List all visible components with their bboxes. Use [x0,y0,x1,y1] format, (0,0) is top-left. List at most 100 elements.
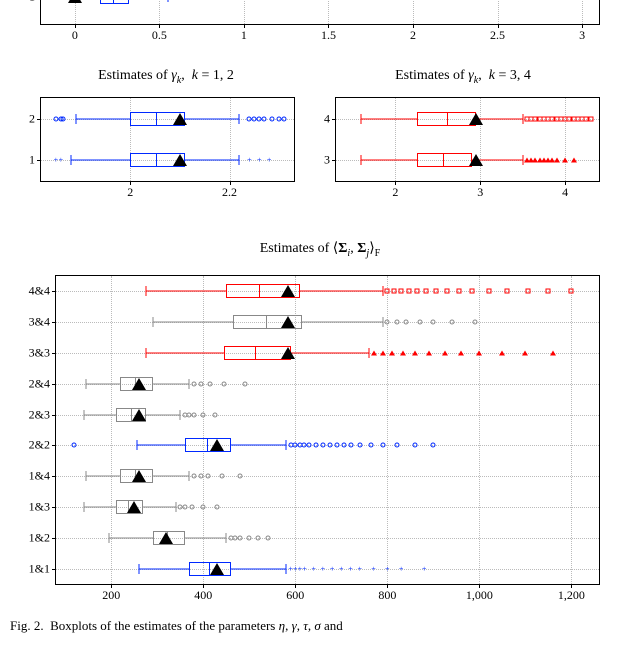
outlier-point [208,381,213,386]
outlier-point [307,443,312,448]
x-tick: 1,000 [454,588,504,603]
true-value-marker [210,439,224,451]
outlier-point [412,443,417,448]
boxplot-gamma-12: 22.21+++++2 [40,97,295,182]
outlier-point [449,320,454,325]
y-category-label: 3&3 [29,346,50,361]
x-tick: 2 [105,185,155,200]
outlier-point [192,381,197,386]
outlier-point [265,535,270,540]
outlier-point [546,289,551,294]
outlier-point [341,443,346,448]
title-gamma12: Estimates of γk, k = 1, 2 [26,68,306,86]
true-value-marker [173,154,187,166]
outlier-point [562,158,568,163]
outlier-point [394,320,399,325]
outlier-point [550,351,556,356]
outlier-point [486,289,491,294]
outlier-point [215,505,220,510]
true-value-marker [159,532,173,544]
outlier-point [525,289,530,294]
outlier-point [571,158,577,163]
outlier-point [431,443,436,448]
outlier-point [201,412,206,417]
outlier-point: + [348,566,353,571]
x-tick: 200 [86,588,136,603]
x-tick: 1 [219,28,269,43]
outlier-point [192,474,197,479]
true-value-marker [281,285,295,297]
outlier-point [182,505,187,510]
outlier-point [198,474,203,479]
outlier-point [412,351,418,356]
true-value-marker [469,154,483,166]
outlier-point [400,351,406,356]
y-category-label: 4 [324,111,330,126]
y-category-label: 3&4 [29,315,50,330]
outlier-point [476,351,482,356]
true-value-marker [173,113,187,125]
box [417,112,476,126]
y-category-label: 1&3 [29,500,50,515]
x-tick: 600 [270,588,320,603]
y-category-label: 2&4 [29,376,50,391]
outlier-point [415,289,420,294]
outlier-point [256,535,261,540]
outlier-point [522,351,528,356]
outlier-point [212,412,217,417]
outlier-point [262,116,267,121]
outlier-point [433,289,438,294]
outlier-point: + [371,566,376,571]
outlier-point [369,443,374,448]
box [417,153,472,167]
outlier-point [417,320,422,325]
outlier-point: + [247,158,252,163]
title-gamma34: Estimates of γk, k = 3, 4 [323,68,603,86]
y-category-label: 1 [29,153,35,168]
outlier-point [219,474,224,479]
outlier-point: + [257,158,262,163]
x-tick: 2 [370,185,420,200]
outlier-point: + [385,566,390,571]
outlier-point [424,289,429,294]
x-tick: 1,200 [546,588,596,603]
x-tick: 2.5 [473,28,523,43]
outlier-point [389,351,395,356]
y-category-label: 1&1 [29,561,50,576]
x-tick: 2.2 [205,185,255,200]
outlier-point [282,116,287,121]
boxplot-top-partial: 00.511.522.531 [40,0,600,25]
title-sigma: Estimates of ⟨Σi, Σj⟩F [40,240,600,259]
outlier-point [357,443,362,448]
true-value-marker [281,347,295,359]
outlier-point [403,320,408,325]
true-value-marker [281,316,295,328]
outlier-point [327,443,332,448]
x-tick: 1.5 [303,28,353,43]
true-value-marker [210,563,224,575]
x-tick: 3 [455,185,505,200]
boxplot-gamma-34: 23434 [335,97,600,182]
outlier-point [247,535,252,540]
outlier-point [458,351,464,356]
y-category-label: 1&2 [29,530,50,545]
outlier-point [385,320,390,325]
outlier-point [380,351,386,356]
outlier-point [472,320,477,325]
outlier-point [269,116,274,121]
outlier-point [238,474,243,479]
outlier-point: + [311,566,316,571]
x-tick: 400 [178,588,228,603]
outlier-point: + [422,566,427,571]
x-tick: 800 [362,588,412,603]
outlier-point [470,289,475,294]
x-tick: 2 [388,28,438,43]
outlier-point [371,351,377,356]
outlier-point [348,443,353,448]
outlier-point [189,505,194,510]
true-value-marker [132,378,146,390]
outlier-point [394,443,399,448]
outlier-point [407,289,412,294]
true-value-marker [127,501,141,513]
outlier-point [192,412,197,417]
